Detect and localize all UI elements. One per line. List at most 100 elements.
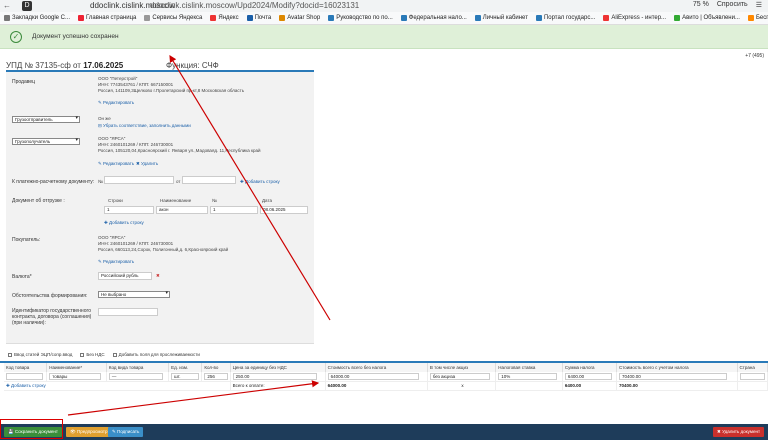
payment-date-prefix: от <box>176 179 181 184</box>
column-header: Налоговая ставка <box>495 363 563 372</box>
buyer-edit-link[interactable]: ✎ Редактировать <box>98 259 134 265</box>
bookmark-favicon-icon <box>210 15 217 21</box>
payment-add-row[interactable]: ✚ Добавить строку <box>240 179 280 185</box>
delete-document-button[interactable]: ✖ Удалить документ <box>713 427 764 437</box>
bookmark-item[interactable]: Авито | Объявлени... <box>670 15 744 21</box>
column-header: Страна <box>737 363 768 372</box>
shipping-header-date: Дата <box>262 198 272 203</box>
shipping-row-date[interactable]: 08.06.2025 <box>260 206 308 214</box>
bookmark-favicon-icon <box>603 15 610 21</box>
option-ecp[interactable]: Ввод статей ЭЦП/сопр.ввод <box>8 352 72 357</box>
table-cell-input[interactable]: без акциза <box>429 372 490 380</box>
table-add-row[interactable]: ✚ Добавить строку <box>6 383 46 388</box>
bookmark-item[interactable]: Главная страница <box>74 15 140 21</box>
table-total-row: ✚ Добавить строку Всего к оплате: 64000.… <box>4 381 768 391</box>
preview-button[interactable]: 👁 Предпросмотр <box>66 427 112 437</box>
document-form: Продавец ООО "Петерстрой" ИНН: 774354376… <box>6 72 314 344</box>
total-excise: х <box>427 381 497 391</box>
currency-input[interactable]: Российский рубль <box>98 272 152 280</box>
menu-icon[interactable]: ☰ <box>756 1 762 9</box>
table-cell-input[interactable]: 256 <box>204 372 228 380</box>
shipping-row-number[interactable]: 1 <box>210 206 258 214</box>
consignee-select[interactable]: Грузополучатель <box>12 138 80 145</box>
total-without-tax: 64000.00 <box>325 381 428 391</box>
back-arrow-icon[interactable]: ← <box>3 1 11 10</box>
consignee-edit-link[interactable]: ✎ Редактировать <box>98 161 134 167</box>
seller-edit-link[interactable]: ✎ Редактировать <box>98 100 134 106</box>
doc-function: Функция: СЧФ <box>166 61 219 70</box>
shipper-value: Он же <box>98 116 111 121</box>
column-header: Кол-во <box>201 363 231 372</box>
option-traceability[interactable]: Добавить поля для прослеживаемости <box>112 352 200 357</box>
checkbox-icon[interactable] <box>80 352 85 357</box>
bookmark-favicon-icon <box>279 15 286 21</box>
table-cell-input[interactable]: — <box>108 372 164 380</box>
bookmark-item[interactable]: Яндекс <box>206 15 242 21</box>
shipping-row-name[interactable]: акон <box>156 206 208 214</box>
table-cell-input[interactable] <box>739 372 765 380</box>
bookmark-item[interactable]: Бесплатные векто... <box>744 15 768 21</box>
bookmark-item[interactable]: Личный кабинет <box>471 15 532 21</box>
bookmark-item[interactable]: Руководство по по... <box>324 15 397 21</box>
success-notification: ✓ Документ успешно сохранен <box>0 25 768 49</box>
table-cell-input[interactable]: 6400.00 <box>564 372 612 380</box>
bookmark-item[interactable]: Avatar Shop <box>275 15 324 21</box>
shipper-select[interactable]: Грузоотправитель <box>12 116 80 123</box>
page-title: УПД № 37135-сф от 17.06.2025 <box>6 61 124 70</box>
bookmark-favicon-icon <box>674 15 681 21</box>
highlight-box <box>0 419 63 439</box>
shipping-add-row[interactable]: ✚ Добавить строку <box>104 220 144 226</box>
table-cell-input[interactable]: шт. <box>171 372 199 380</box>
bookmark-favicon-icon <box>4 15 10 21</box>
payment-num-prefix: № <box>98 179 103 184</box>
bookmark-item[interactable]: Портал государс... <box>532 15 599 21</box>
bookmark-item[interactable]: Закладки Google C... <box>0 15 74 21</box>
column-header: Цена за единицу без НДС <box>230 363 326 372</box>
buyer-label: Покупатель: <box>12 237 41 243</box>
shipping-header-rows: Строки <box>108 198 123 203</box>
consignee-delete-link[interactable]: ✖ Удалить <box>136 161 158 167</box>
column-header: Код товара <box>4 363 48 372</box>
payment-doc-label: К платежно-расчетному документу: <box>12 179 95 185</box>
column-header: Сумма налога <box>562 363 618 372</box>
bookmark-item[interactable]: AliExpress - интер... <box>599 15 670 21</box>
bookmark-item[interactable]: Почта <box>243 15 276 21</box>
obligation-select[interactable]: Не выбрано <box>98 291 170 298</box>
table-cell-input[interactable]: 70400.00 <box>619 372 728 380</box>
shipper-unlink[interactable]: ⊟ Убрать соответствие, заполнить данными <box>98 123 191 129</box>
bookmark-favicon-icon <box>246 15 253 21</box>
shipping-row-index[interactable]: 1 <box>104 206 154 214</box>
notification-message: Документ успешно сохранен <box>32 33 119 40</box>
shipping-header-number: № <box>212 198 217 203</box>
table-cell-input[interactable]: 64000.00 <box>327 372 419 380</box>
gov-id-input[interactable] <box>98 308 158 316</box>
zoom-level[interactable]: 75 % <box>693 1 709 9</box>
table-cell-input[interactable] <box>6 372 44 380</box>
ask-button[interactable]: Спросить <box>717 1 748 9</box>
checkbox-icon[interactable] <box>112 352 117 357</box>
items-table: Код товара Наименование* Код вида товара Ед… <box>4 363 768 391</box>
sign-button[interactable]: ✎ Подписать <box>108 427 144 437</box>
column-header: Ед. изм. <box>168 363 203 372</box>
clear-icon[interactable]: ✖ <box>156 273 160 279</box>
currency-label: Валюта* <box>12 274 32 280</box>
column-header: Стоимость всего без налога <box>325 363 428 372</box>
obligation-label: Обстоятельства формирования: <box>12 293 88 299</box>
bookmark-favicon-icon <box>77 15 84 21</box>
bookmark-item[interactable]: Федеральная нало... <box>397 15 471 21</box>
bookmark-favicon-icon <box>747 15 754 21</box>
payment-number-input[interactable] <box>104 176 174 184</box>
total-with-tax: 70400.00 <box>616 381 738 391</box>
table-cell-input[interactable]: 250.00 <box>232 372 318 380</box>
total-label: Всего к оплате: <box>230 381 326 391</box>
table-cell-input[interactable]: 10% <box>498 372 557 380</box>
bookmark-item[interactable]: Сервисы Яндекса <box>140 15 206 21</box>
table-cell-input[interactable]: товары <box>49 372 102 380</box>
address-bar-full-url[interactable]: ddoclink.cislink.moscow/Upd2024/Modify?d… <box>150 1 359 10</box>
column-header: Наименование* <box>46 363 107 372</box>
check-circle-icon: ✓ <box>10 31 22 43</box>
column-header: Стоимость всего с учетом налога <box>616 363 738 372</box>
checkbox-icon[interactable] <box>8 352 12 357</box>
option-no-vat[interactable]: Без НДС <box>80 352 105 357</box>
payment-date-input[interactable] <box>182 176 236 184</box>
